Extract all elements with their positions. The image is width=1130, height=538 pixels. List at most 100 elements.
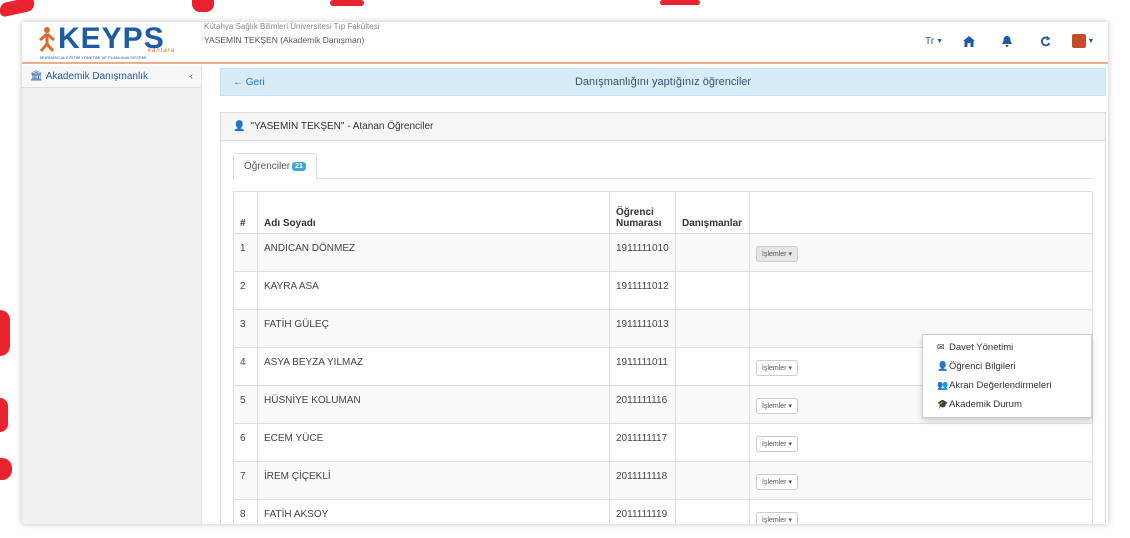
cell-student-no: 1911111010: [609, 233, 676, 272]
info-bar: ← Geri Danışmanlığını yaptığınız öğrenci…: [220, 68, 1106, 96]
cell-index: 5: [233, 385, 258, 424]
bell-icon[interactable]: [988, 32, 1026, 50]
menu-item-davet-yonetimi[interactable]: ✉ Davet Yönetimi: [923, 338, 1091, 357]
back-link[interactable]: ← Geri: [233, 77, 265, 88]
actions-button[interactable]: İşlemler ▾: [756, 398, 798, 414]
sidebar: 🏛 Akademik Danışmanlık ‹: [22, 66, 202, 524]
panel-heading: 👤 "YASEMİN TEKŞEN" - Atanan Öğrenciler: [221, 113, 1105, 141]
sidebar-item-label: Akademik Danışmanlık: [45, 71, 148, 82]
caret-down-icon: ▾: [788, 365, 792, 372]
cell-name: FATİH AKSOY: [257, 499, 610, 524]
cell-name: KAYRA ASA: [257, 271, 610, 310]
col-header-index: #: [233, 191, 258, 234]
actions-button-label: İşlemler: [762, 403, 787, 410]
red-marker-doodle: [192, 0, 214, 12]
red-marker-doodle: [0, 0, 34, 18]
keyps-logo[interactable]: KEYPS kantara MURHANCAL EĞİTİM YÖNETİMİ …: [39, 24, 190, 60]
cell-student-no: 2011111117: [609, 423, 676, 462]
actions-button-label: İşlemler: [762, 365, 787, 372]
red-marker-doodle: [0, 458, 12, 480]
table-header-row: # Adı Soyadı Öğrenci Numarası Danışmanla…: [233, 191, 1093, 234]
menu-item-akademik-durum[interactable]: 🎓 Akademik Durum: [923, 395, 1091, 414]
tab-label: Öğrenciler: [244, 161, 291, 172]
envelope-icon: ✉: [937, 342, 945, 352]
chevron-down-icon: ▼: [1087, 37, 1095, 45]
table-row: 7 İREM ÇİÇEKLİ 2011111118 İşlemler ▾: [233, 461, 1093, 500]
caret-down-icon: ▾: [788, 251, 792, 258]
red-marker-doodle: [0, 398, 8, 432]
tab-bar: Öğrenciler 21: [233, 153, 1093, 180]
refresh-icon[interactable]: [1026, 32, 1064, 50]
cell-index: 4: [233, 347, 258, 386]
cell-name: ECEM YÜCE: [257, 423, 610, 462]
cell-actions: [749, 271, 1093, 310]
cell-student-no: 1911111012: [609, 271, 676, 310]
actions-button-label: İşlemler: [762, 251, 787, 258]
user-icon: 👤: [937, 361, 949, 371]
chevron-left-icon: ‹: [189, 71, 193, 82]
cell-index: 3: [233, 309, 258, 348]
cell-student-no: 1911111013: [609, 309, 676, 348]
red-marker-doodle: [330, 0, 364, 6]
cell-student-no: 1911111011: [609, 347, 676, 386]
menu-item-label: Akran Değerlendirmeleri: [949, 380, 1052, 391]
table-row: 8 FATİH AKSOY 2011111119 İşlemler ▾: [233, 499, 1093, 524]
language-dropdown[interactable]: Tr ▼: [918, 32, 950, 50]
cell-actions: İşlemler ▾: [749, 499, 1093, 524]
panel-title: "YASEMİN TEKŞEN" - Atanan Öğrenciler: [250, 121, 434, 132]
cell-name: ANDICAN DÖNMEZ: [257, 233, 610, 272]
red-marker-doodle: [0, 310, 10, 356]
actions-button-label: İşlemler: [762, 479, 787, 486]
table-row: 1 ANDICAN DÖNMEZ 1911111010 İşlemler ▾: [233, 233, 1093, 272]
menu-item-label: Akademik Durum: [949, 399, 1022, 410]
actions-button[interactable]: İşlemler ▾: [756, 474, 798, 490]
col-header-student-no: Öğrenci Numarası: [609, 191, 676, 234]
students-panel: 👤 "YASEMİN TEKŞEN" - Atanan Öğrenciler Ö…: [220, 112, 1106, 524]
caret-down-icon: ▾: [788, 517, 792, 524]
cell-name: HÜSNİYE KOLUMAN: [257, 385, 610, 424]
sidebar-item-akademik-danismanlik[interactable]: 🏛 Akademik Danışmanlık ‹: [22, 66, 201, 88]
tab-ogrenciler[interactable]: Öğrenciler 21: [233, 153, 317, 180]
graduation-cap-icon: 🎓: [937, 399, 949, 409]
cell-name: İREM ÇİÇEKLİ: [257, 461, 610, 500]
cell-advisors: [675, 423, 750, 462]
col-header-advisors: Danışmanlar: [675, 191, 750, 234]
menu-item-akran-degerlendirmeleri[interactable]: 👥 Akran Değerlendirmeleri: [923, 376, 1091, 395]
cell-advisors: [675, 309, 750, 348]
app-window: KEYPS kantara MURHANCAL EĞİTİM YÖNETİMİ …: [22, 22, 1108, 524]
menu-item-ogrenci-bilgileri[interactable]: 👤 Öğrenci Bilgileri: [923, 357, 1091, 376]
logo-subtitle: MURHANCAL EĞİTİM YÖNETİMİ VE PLANLAMA Sİ…: [40, 55, 147, 60]
cell-index: 8: [233, 499, 258, 524]
cell-index: 6: [233, 423, 258, 462]
actions-button-label: İşlemler: [762, 517, 787, 524]
cell-name: FATİH GÜLEÇ: [257, 309, 610, 348]
faculty-name: Kütahya Sağlık Bilimleri Üniversitesi Tı…: [204, 22, 380, 31]
cell-student-no: 2011111116: [609, 385, 676, 424]
cell-advisors: [675, 233, 750, 272]
actions-button[interactable]: İşlemler ▾: [756, 436, 798, 452]
cell-index: 1: [233, 233, 258, 272]
cell-advisors: [675, 499, 750, 524]
cell-student-no: 2011111118: [609, 461, 676, 500]
cell-advisors: [675, 271, 750, 310]
users-icon: 👥: [937, 380, 949, 390]
menu-item-label: Öğrenci Bilgileri: [949, 361, 1016, 372]
logo-figure-icon: [39, 27, 55, 52]
cell-actions: İşlemler ▾: [749, 423, 1093, 462]
col-header-name: Adı Soyadı: [257, 191, 610, 234]
actions-button[interactable]: İşlemler ▾: [756, 512, 798, 524]
caret-down-icon: ▾: [788, 403, 792, 410]
home-icon[interactable]: [950, 32, 988, 50]
actions-button[interactable]: İşlemler ▾: [756, 246, 798, 262]
language-label: Tr: [924, 35, 935, 47]
cell-advisors: [675, 385, 750, 424]
col-header-student-no-line2: Numarası: [616, 218, 662, 229]
caret-down-icon: ▾: [788, 479, 792, 486]
menu-item-label: Davet Yönetimi: [949, 342, 1014, 353]
avatar: [1071, 34, 1086, 48]
user-icon: 👤: [233, 121, 246, 132]
nav-right: Tr ▼ ▼: [918, 32, 1102, 50]
actions-button[interactable]: İşlemler ▾: [756, 360, 798, 376]
main-content: ← Geri Danışmanlığını yaptığınız öğrenci…: [202, 66, 1108, 524]
user-avatar-dropdown[interactable]: ▼: [1064, 32, 1102, 50]
